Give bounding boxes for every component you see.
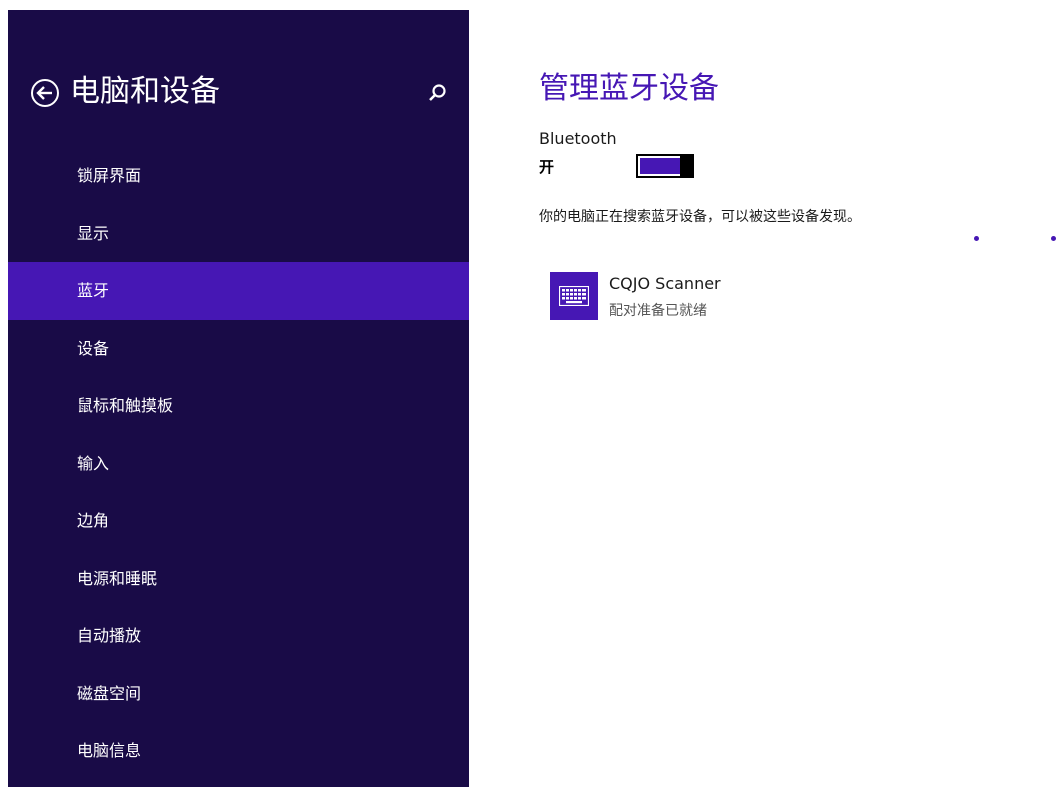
sidebar-item-corners[interactable]: 边角 xyxy=(8,492,469,550)
device-name: CQJO Scanner xyxy=(609,274,721,293)
sidebar-item-typing[interactable]: 输入 xyxy=(8,435,469,493)
sidebar-item-disk-space[interactable]: 磁盘空间 xyxy=(8,665,469,723)
search-icon xyxy=(429,84,446,101)
sidebar-item-lock-screen[interactable]: 锁屏界面 xyxy=(8,147,469,205)
bluetooth-toggle[interactable] xyxy=(636,154,694,178)
main-content: 管理蓝牙设备 Bluetooth 开 你的电脑正在搜索蓝牙设备，可以被这些设备发… xyxy=(539,0,1056,787)
progress-dot xyxy=(974,236,979,241)
keyboard-icon xyxy=(559,286,589,306)
progress-dot xyxy=(1051,236,1056,241)
bluetooth-state-text: 开 xyxy=(539,158,555,176)
search-button[interactable] xyxy=(426,82,448,104)
toggle-thumb xyxy=(680,156,692,176)
back-button[interactable] xyxy=(30,78,60,108)
sidebar-item-autoplay[interactable]: 自动播放 xyxy=(8,607,469,665)
page-title: 管理蓝牙设备 xyxy=(539,71,719,106)
device-item-cqjo-scanner[interactable]: CQJO Scanner 配对准备已就绪 xyxy=(550,272,850,322)
sidebar-item-devices[interactable]: 设备 xyxy=(8,320,469,378)
sidebar-item-pc-info[interactable]: 电脑信息 xyxy=(8,722,469,780)
device-status: 配对准备已就绪 xyxy=(609,303,707,319)
sidebar-item-bluetooth[interactable]: 蓝牙 xyxy=(8,262,469,320)
sidebar: 电脑和设备 锁屏界面 显示 蓝牙 设备 鼠标和触摸板 输入 边角 电源和睡眠 自… xyxy=(8,10,469,787)
back-arrow-icon xyxy=(31,79,59,107)
searching-progress-indicator xyxy=(974,236,1056,242)
device-icon-tile xyxy=(550,272,598,320)
sidebar-header: 电脑和设备 xyxy=(8,74,469,128)
sidebar-item-display[interactable]: 显示 xyxy=(8,205,469,263)
bluetooth-status-text: 你的电脑正在搜索蓝牙设备，可以被这些设备发现。 xyxy=(539,209,861,225)
sidebar-item-mouse-touchpad[interactable]: 鼠标和触摸板 xyxy=(8,377,469,435)
bluetooth-label: Bluetooth xyxy=(539,129,617,148)
sidebar-item-power-sleep[interactable]: 电源和睡眠 xyxy=(8,550,469,608)
sidebar-title: 电脑和设备 xyxy=(70,74,220,109)
sidebar-nav: 锁屏界面 显示 蓝牙 设备 鼠标和触摸板 输入 边角 电源和睡眠 自动播放 磁盘… xyxy=(8,147,469,780)
toggle-fill xyxy=(640,158,680,174)
